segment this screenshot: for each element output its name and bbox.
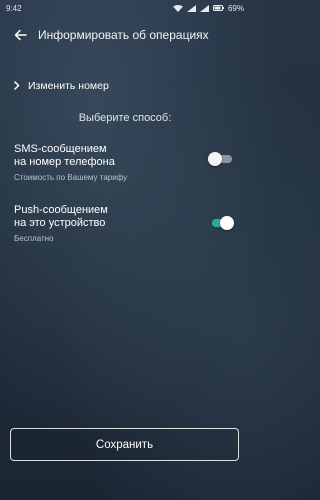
save-button[interactable]: Сохранить xyxy=(10,428,239,461)
signal-icon-2 xyxy=(199,4,209,12)
chevron-right-icon xyxy=(14,77,20,95)
option-sms[interactable]: SMS-сообщением на номер телефона Стоимос… xyxy=(0,143,250,182)
signal-icon xyxy=(186,4,196,12)
change-number-label: Изменить номер xyxy=(28,80,109,92)
option-push-subtitle: Бесплатно xyxy=(14,234,54,243)
status-icons: 69% xyxy=(172,3,244,13)
sms-toggle[interactable] xyxy=(208,151,234,167)
sms-toggle-knob xyxy=(208,152,222,166)
page-title: Информировать об операциях xyxy=(38,28,209,42)
app-bar: Информировать об операциях xyxy=(0,22,250,48)
option-sms-subtitle: Стоимость по Вашему тарифу xyxy=(14,173,128,182)
status-time: 9:42 xyxy=(6,3,22,13)
push-toggle-knob xyxy=(220,216,234,230)
battery-icon xyxy=(212,5,224,11)
change-number-link[interactable]: Изменить номер xyxy=(14,78,109,94)
battery-percent: 69% xyxy=(227,3,244,13)
option-push[interactable]: Push-сообщением на это устройство Беспла… xyxy=(0,204,250,243)
push-toggle[interactable] xyxy=(208,215,234,231)
back-arrow-icon[interactable] xyxy=(12,27,28,43)
choose-method-heading: Выберите способ: xyxy=(78,112,172,124)
wifi-icon xyxy=(172,4,183,12)
status-bar: 9:42 69% xyxy=(0,0,250,16)
